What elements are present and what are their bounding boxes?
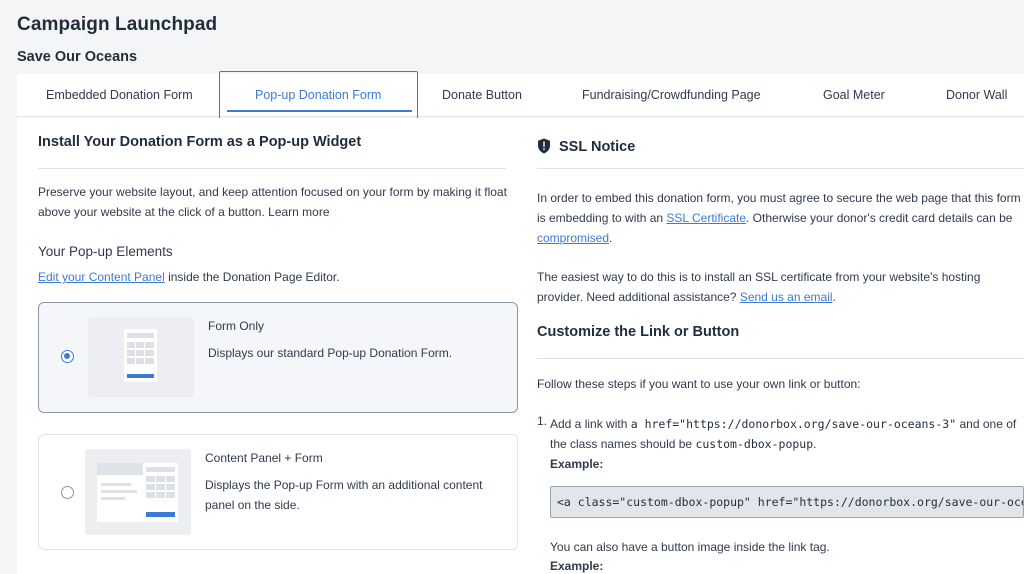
step-number: 1.	[537, 414, 548, 428]
example-label: Example:	[550, 457, 604, 471]
code-example-box[interactable]: <a class="custom-dbox-popup" href="https…	[550, 486, 1024, 518]
example-label: Example:	[550, 559, 604, 573]
step-1-text: Add a link with a href="https://donorbox…	[550, 414, 1024, 474]
content-panel: Install Your Donation Form as a Pop-up W…	[17, 118, 1024, 574]
app-header: Campaign Launchpad	[17, 14, 217, 36]
ssl-text: .	[609, 231, 613, 245]
class-name-code: custom-dbox-popup	[695, 437, 814, 451]
tab-embedded-donation-form[interactable]: Embedded Donation Form	[46, 74, 193, 117]
radio-content-panel-form[interactable]	[61, 486, 74, 499]
button-image-note: You can also have a button image inside …	[550, 540, 830, 554]
app-title: Campaign Launchpad	[17, 14, 218, 35]
elements-title: Your Pop-up Elements	[38, 244, 173, 259]
option-description: Displays our standard Pop-up Donation Fo…	[208, 346, 453, 360]
href-code: a href="https://donorbox.org/save-our-oc…	[630, 417, 957, 431]
learn-more-link[interactable]: Learn more	[268, 205, 329, 219]
step-text: Add a link with	[550, 417, 628, 431]
content-panel-illustration	[97, 463, 178, 522]
content-panel-thumbnail	[85, 449, 191, 535]
tab-donate-button[interactable]: Donate Button	[442, 74, 522, 117]
compromised-link[interactable]: compromised	[537, 231, 609, 245]
tab-goal-meter[interactable]: Goal Meter	[823, 74, 885, 117]
intro-text: Preserve your website layout, and keep a…	[38, 182, 516, 222]
option-content-panel-form[interactable]: Content Panel + Form Displays the Pop-up…	[38, 434, 518, 550]
option-form-only[interactable]: Form Only Displays our standard Pop-up D…	[38, 302, 518, 413]
option-description: Displays the Pop-up Form with an additio…	[205, 478, 483, 512]
ssl-paragraph-1: In order to embed this donation form, yo…	[537, 188, 1024, 248]
edit-content-line: Edit your Content Panel inside the Donat…	[38, 270, 340, 284]
campaign-name: Save Our Oceans	[17, 49, 138, 65]
section-title: Install Your Donation Form as a Pop-up W…	[38, 134, 362, 150]
form-only-illustration	[124, 329, 157, 382]
step-text: .	[813, 437, 817, 451]
edit-content-panel-link[interactable]: Edit your Content Panel	[38, 270, 165, 284]
shield-icon	[538, 138, 550, 154]
option-title: Content Panel + Form	[205, 451, 323, 465]
ssl-paragraph-2: The easiest way to do this is to install…	[537, 267, 1024, 307]
customize-title: Customize the Link or Button	[537, 324, 740, 340]
active-tab-underline	[227, 110, 412, 112]
steps-intro: Follow these steps if you want to use yo…	[537, 377, 861, 391]
edit-suffix: inside the Donation Page Editor.	[168, 270, 340, 284]
radio-form-only[interactable]	[61, 350, 74, 363]
send-email-link[interactable]: Send us an email	[740, 290, 833, 304]
tab-donor-wall[interactable]: Donor Wall	[946, 74, 1007, 117]
ssl-certificate-link[interactable]: SSL Certificate	[666, 211, 746, 225]
tab-fundraising-page[interactable]: Fundraising/Crowdfunding Page	[582, 74, 761, 117]
ssl-text: . Otherwise your donor's credit card det…	[746, 211, 1013, 225]
divider	[537, 358, 1024, 359]
ssl-text: .	[832, 290, 836, 304]
divider	[38, 168, 506, 169]
ssl-title: SSL Notice	[559, 139, 636, 155]
divider	[537, 168, 1024, 169]
form-only-thumbnail	[88, 317, 194, 397]
option-title: Form Only	[208, 319, 265, 333]
tab-bar: Embedded Donation Form Pop-up Donation F…	[17, 74, 1024, 117]
